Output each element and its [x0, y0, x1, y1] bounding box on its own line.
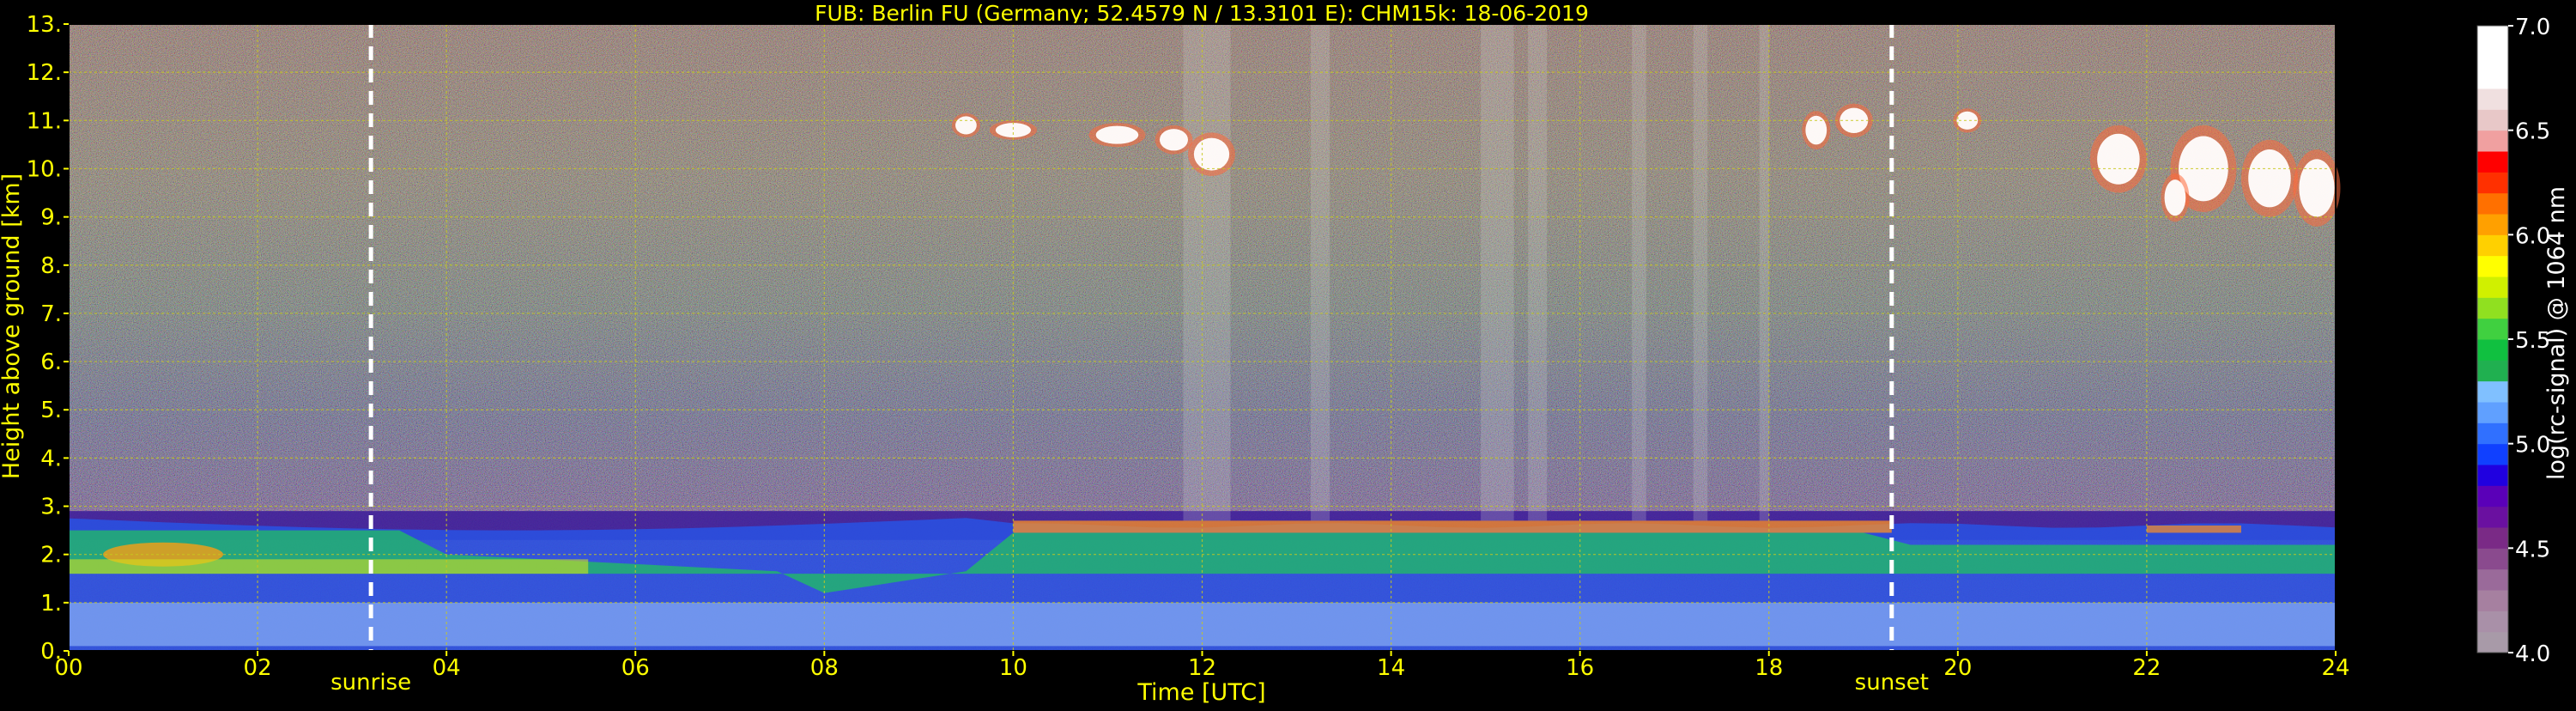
- cloud-core: [995, 123, 1032, 137]
- colorbar-segment: [2477, 318, 2508, 340]
- colorbar-segment: [2477, 46, 2508, 69]
- colorbar-segment: [2477, 214, 2508, 235]
- cloud-core: [1840, 107, 1869, 134]
- colorbar-segment: [2477, 151, 2508, 173]
- cloud-core: [955, 116, 977, 135]
- x-tick-label: 18: [1755, 655, 1783, 681]
- x-tick-label: 14: [1377, 655, 1405, 681]
- colorbar-tick-label: 7.0: [2515, 15, 2550, 40]
- signal-streak: [1183, 24, 1231, 521]
- cloud-core: [2164, 179, 2186, 216]
- colorbar-segment: [2477, 297, 2508, 319]
- y-tick-label: 3.: [40, 495, 62, 520]
- colorbar-segment: [2477, 255, 2508, 277]
- colorbar-segment: [2477, 67, 2508, 89]
- colorbar-segment: [2477, 109, 2508, 131]
- colorbar-segment: [2477, 26, 2508, 47]
- y-axis-label: Height above ground [km]: [0, 173, 25, 479]
- x-tick-label: 24: [2321, 655, 2349, 681]
- x-tick-label: 20: [1943, 655, 1972, 681]
- colorbar-segment: [2477, 339, 2508, 361]
- y-tick-label: 13.: [27, 12, 62, 38]
- boundary-layer-top-late: [2146, 526, 2241, 533]
- y-axis-ticks: 0. 1. 2. 3. 4. 5. 6. 7. 8. 9. 10. 11. 12. 13.: [27, 12, 69, 665]
- chart-svg: FUB: Berlin FU (Germany; 52.4579 N / 13.…: [0, 1, 2570, 706]
- y-tick-label: 10.: [27, 156, 62, 182]
- colorbar-segment: [2477, 88, 2508, 110]
- x-tick-label: 10: [999, 655, 1027, 681]
- cloud-core: [2248, 149, 2291, 208]
- colorbar-segment: [2477, 485, 2508, 507]
- x-tick-label: 12: [1188, 655, 1216, 681]
- x-tick-label: 16: [1566, 655, 1594, 681]
- signal-streak: [1632, 24, 1646, 521]
- x-tick-label: 02: [244, 655, 272, 681]
- x-axis-label: Time [UTC]: [1136, 679, 1265, 706]
- colorbar-segment: [2477, 611, 2508, 633]
- y-tick-label: 6.: [40, 349, 62, 375]
- y-tick-label: 12.: [27, 60, 62, 86]
- chart-title: FUB: Berlin FU (Germany; 52.4579 N / 13.…: [815, 1, 1589, 26]
- colorbar-segment: [2477, 548, 2508, 570]
- y-tick-label: 2.: [40, 543, 62, 568]
- y-tick-label: 7.: [40, 301, 62, 327]
- colorbar-segment: [2477, 192, 2508, 215]
- cloud-core: [2299, 159, 2335, 217]
- x-tick-label: 06: [621, 655, 650, 681]
- morning-yellow-band: [69, 559, 589, 574]
- colorbar-segment: [2477, 422, 2508, 445]
- colorbar-segment: [2477, 360, 2508, 382]
- sunset-label: sunset: [1855, 670, 1929, 696]
- colorbar-segment: [2477, 380, 2508, 403]
- signal-streak: [1759, 24, 1769, 521]
- cloud-core: [2097, 133, 2140, 185]
- colorbar-segment: [2477, 276, 2508, 298]
- y-tick-label: 5.: [40, 398, 62, 423]
- colorbar-segment: [2477, 506, 2508, 528]
- colorbar-segment: [2477, 130, 2508, 152]
- colorbar-segment: [2477, 402, 2508, 423]
- colorbar-segment: [2477, 172, 2508, 194]
- colorbar-segment: [2477, 631, 2508, 653]
- colorbar-tick-label: 4.5: [2515, 537, 2550, 562]
- signal-streak: [1311, 24, 1330, 521]
- sun-event-labels: sunrise sunset: [330, 670, 1929, 696]
- sunrise-label: sunrise: [330, 670, 411, 696]
- cloud-core: [1095, 125, 1139, 144]
- colorbar-segment: [2477, 465, 2508, 486]
- colorbar-segment: [2477, 443, 2508, 465]
- colorbar-label: log(rc-signal) @ 1064 nm: [2543, 186, 2570, 480]
- y-tick-label: 9.: [40, 205, 62, 231]
- y-tick-label: 11.: [27, 108, 62, 134]
- colorbar-segment: [2477, 568, 2508, 591]
- x-tick-label: 04: [433, 655, 461, 681]
- plot-area: [68, 23, 2341, 652]
- y-tick-label: 1.: [40, 591, 62, 617]
- x-tick-label: 22: [2132, 655, 2161, 681]
- y-tick-label: 4.: [40, 446, 62, 471]
- cloud-core: [1193, 137, 1230, 171]
- x-tick-label: 08: [810, 655, 839, 681]
- y-tick-label: 8.: [40, 253, 62, 279]
- ceilometer-plot: FUB: Berlin FU (Germany; 52.4579 N / 13.…: [0, 0, 2576, 708]
- boundary-layer-top: [1013, 520, 1892, 533]
- colorbar-segment: [2477, 590, 2508, 611]
- colorbar-tick-label: 6.5: [2515, 119, 2550, 145]
- signal-streak: [1481, 24, 1514, 521]
- colorbar: [2476, 25, 2509, 653]
- cloud-core: [1159, 129, 1188, 151]
- signal-streak: [1528, 24, 1548, 521]
- y-tick-label: 0.: [40, 639, 62, 665]
- colorbar-tick-label: 4.0: [2515, 641, 2550, 667]
- colorbar-segment: [2477, 234, 2508, 257]
- signal-streak: [1693, 24, 1708, 521]
- colorbar-segment: [2477, 527, 2508, 549]
